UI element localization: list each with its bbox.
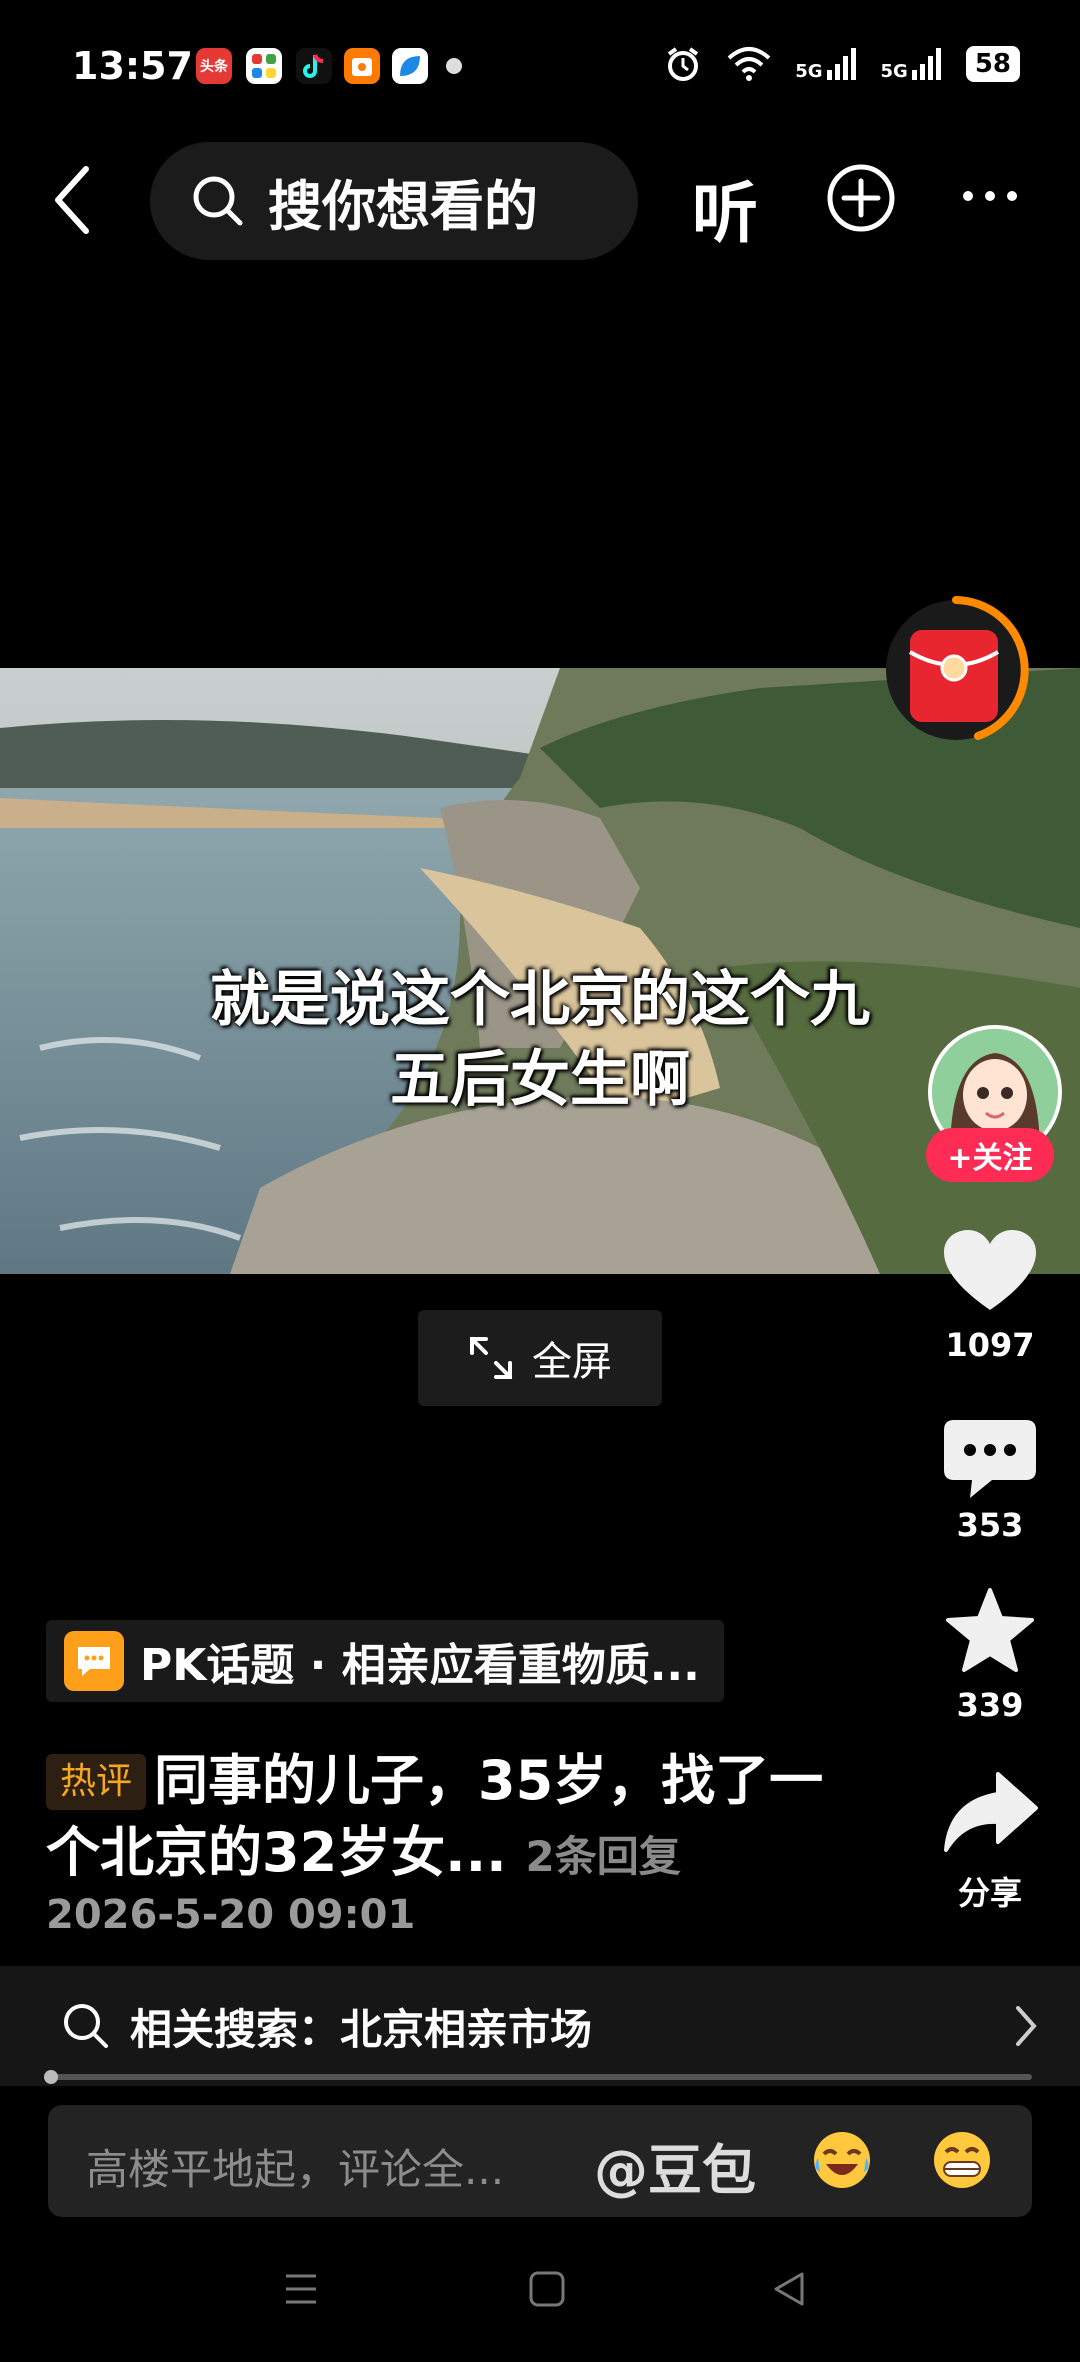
crying-laugh-emoji-button[interactable]	[810, 2128, 874, 2192]
comment-count: 353	[956, 1506, 1024, 1544]
related-search-query: 北京相亲市场	[340, 2004, 593, 2054]
subtitle-line-1: 就是说这个北京的这个九	[210, 965, 870, 1035]
hot-comment-text: 同事的儿子，35岁，找了一个北京的32岁女...	[46, 1749, 824, 1884]
chevron-right-icon	[1016, 2006, 1037, 2046]
fullscreen-button[interactable]: 全屏	[418, 1310, 662, 1406]
favorite-button[interactable]	[940, 1586, 1040, 1676]
favorite-count: 339	[956, 1686, 1024, 1724]
notification-dot-icon	[446, 58, 462, 74]
recents-nav-button[interactable]	[282, 2270, 320, 2312]
share-button[interactable]	[940, 1768, 1040, 1858]
comment-button[interactable]	[940, 1414, 1040, 1504]
progress-handle[interactable]	[44, 2070, 58, 2084]
hot-comment-badge: 热评	[46, 1754, 147, 1810]
comment-input[interactable]: 高楼平地起，评论全...	[86, 2136, 504, 2197]
app-grid-icon	[246, 48, 282, 84]
back-icon	[55, 166, 89, 234]
red-packet-button[interactable]	[878, 592, 1034, 748]
share-icon	[944, 1772, 1038, 1852]
laugh-cry-emoji-icon	[814, 2132, 870, 2188]
alarm-icon	[668, 47, 699, 81]
video-subtitle: 就是说这个北京的这个九 五后女生啊	[0, 960, 1080, 1120]
grin-emoji-icon	[934, 2132, 990, 2188]
search-icon	[193, 176, 243, 226]
wifi-icon	[727, 47, 771, 81]
grin-emoji-button[interactable]	[930, 2128, 994, 2192]
more-button[interactable]	[960, 188, 1020, 208]
toutiao-app-icon: 头条	[196, 48, 232, 84]
more-icon	[963, 191, 1017, 201]
browser-app-icon	[392, 48, 428, 84]
status-time: 13:57	[72, 44, 193, 88]
heart-icon	[944, 1230, 1036, 1310]
related-search-bar[interactable]: 相关搜索： 北京相亲市场	[0, 1966, 1080, 2086]
battery-indicator: 58	[965, 46, 1020, 82]
video-progress-bar[interactable]	[48, 2074, 1032, 2080]
status-right: 5G 5G 58	[663, 44, 1020, 84]
add-circle-icon	[827, 164, 895, 232]
pk-topic-icon	[64, 1631, 124, 1691]
back-nav-icon	[774, 2272, 804, 2306]
post-date: 2026-5-20 09:01	[46, 1892, 416, 1938]
subtitle-line-2: 五后女生啊	[390, 1045, 690, 1115]
back-nav-button[interactable]	[770, 2270, 808, 2312]
red-packet-icon	[886, 596, 1029, 740]
like-count: 1097	[945, 1326, 1035, 1364]
search-icon	[64, 2004, 108, 2048]
hot-comment-replies[interactable]: 2条回复	[526, 1832, 681, 1881]
signal-1-icon: 5G	[795, 46, 858, 82]
star-icon	[946, 1588, 1034, 1672]
hot-comment[interactable]: 热评 同事的儿子，35岁，找了一个北京的32岁女... 2条回复	[46, 1745, 866, 1893]
back-button[interactable]	[52, 165, 92, 235]
signal-2-icon: 5G	[881, 46, 944, 82]
menu-nav-icon	[286, 2274, 316, 2304]
mention-doubao-button[interactable]: @豆包	[594, 2126, 756, 2205]
home-nav-button[interactable]	[528, 2270, 566, 2312]
expand-icon	[470, 1337, 512, 1379]
like-button[interactable]	[940, 1226, 1040, 1316]
search-input[interactable]: 搜你想看的	[150, 142, 638, 260]
follow-button[interactable]: +关注	[926, 1128, 1054, 1182]
tiktok-icon	[296, 48, 332, 84]
comment-icon	[944, 1420, 1036, 1498]
related-search-label: 相关搜索：	[130, 2004, 341, 2054]
pk-topic-tag[interactable]: PK话题 · 相亲应看重物质...	[46, 1620, 724, 1702]
add-button[interactable]	[826, 163, 896, 233]
pk-topic-label: PK话题 · 相亲应看重物质...	[140, 1640, 700, 1691]
share-label: 分享	[957, 1874, 1022, 1912]
shop-app-icon	[344, 48, 380, 84]
fullscreen-label: 全屏	[532, 1339, 612, 1385]
home-nav-icon	[529, 2271, 565, 2307]
search-placeholder: 搜你想看的	[268, 174, 538, 238]
listen-button[interactable]: 听	[692, 160, 758, 256]
